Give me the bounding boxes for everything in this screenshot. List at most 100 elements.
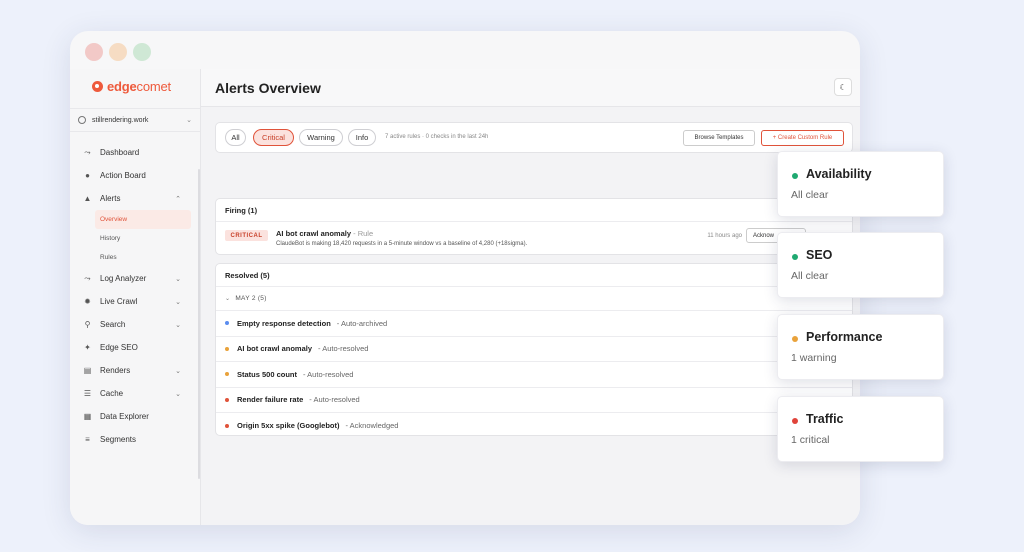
alert-status: - Auto-archived — [336, 318, 388, 328]
date-group-toggle[interactable]: ⌄ MAY 2 (5) — [216, 287, 852, 311]
app-window: edge comet stillrendering.work ⌄ ⤳ Dashboa… — [70, 31, 860, 525]
status-card-performance[interactable]: Performance 1 warning — [777, 314, 944, 380]
status-card-title: Traffic — [806, 412, 844, 426]
table-icon: ▦ — [83, 412, 92, 421]
status-dot — [792, 173, 798, 179]
alert-name: Empty response detection — [237, 318, 331, 328]
sidebar-item-cache[interactable]: ☰ Cache ⌄ — [70, 382, 195, 405]
maximize-window-button[interactable] — [133, 43, 151, 61]
sidebar-nav: ⤳ Dashboard ● Action Board ▲ Alerts ⌃ Overview H… — [70, 141, 195, 451]
resolved-heading: Resolved (5) — [216, 264, 852, 287]
status-card-summary: All clear — [791, 189, 829, 201]
status-card-traffic[interactable]: Traffic 1 critical — [777, 396, 944, 462]
title-bar — [70, 31, 860, 69]
alert-status: - Acknowledged — [345, 421, 399, 431]
alert-name: Status 500 count — [237, 369, 298, 379]
sidebar-item-label: Live Crawl — [100, 297, 138, 306]
chevron-down-icon: ⌄ — [175, 367, 181, 375]
bell-icon: ▲ — [83, 194, 92, 203]
resolved-card: Resolved (5) ⌄ MAY 2 (5) Empty response … — [215, 263, 853, 436]
workspace-selector[interactable]: stillrendering.work ⌄ — [70, 108, 200, 132]
status-card-summary: All clear — [791, 270, 829, 282]
wand-icon: ✦ — [84, 343, 91, 352]
bulb-icon: ● — [85, 171, 90, 180]
alert-description: ClaudeBot is making 18,420 requests in a… — [276, 241, 528, 247]
alert-time: 11 hours ago — [707, 233, 742, 239]
chevron-down-icon: ⌄ — [225, 296, 231, 302]
sidebar-item-log-analyzer[interactable]: ⤳ Log Analyzer ⌄ — [70, 267, 195, 290]
sidebar-item-dashboard[interactable]: ⤳ Dashboard — [70, 141, 195, 164]
sidebar-subitem-history[interactable]: History — [70, 229, 195, 248]
sidebar-item-live-crawl[interactable]: ✹ Live Crawl ⌄ — [70, 290, 195, 313]
sidebar-item-data-explorer[interactable]: ▦ Data Explorer — [70, 405, 195, 428]
sidebar-item-label: Alerts — [100, 194, 121, 203]
sidebar-item-label: Dashboard — [100, 148, 140, 157]
page-header: Alerts Overview ☾ — [201, 69, 860, 107]
severity-dot — [225, 321, 229, 326]
chart-icon: ⤳ — [84, 147, 91, 157]
alert-rule-label: - Rule — [351, 229, 374, 238]
sidebar-item-label: Action Board — [100, 171, 146, 180]
sidebar-item-label: Search — [100, 320, 126, 329]
edgecomet-logo[interactable]: edge comet — [92, 79, 171, 94]
close-window-button[interactable] — [85, 43, 103, 61]
bug-icon: ✹ — [84, 297, 91, 306]
sidebar-item-edge-seo[interactable]: ✦ Edge SEO — [70, 336, 195, 359]
firing-alert-row[interactable]: CRITICAL AI bot crawl anomaly - Rule Cla… — [216, 222, 852, 254]
sidebar-item-action-board[interactable]: ● Action Board — [70, 164, 195, 187]
status-card-title: Performance — [806, 330, 883, 344]
status-card-title: Availability — [806, 167, 872, 181]
resolved-alert-row[interactable]: Status 500 count - Auto-resolved — [216, 362, 852, 388]
resolved-alert-row[interactable]: Render failure rate - Auto-resolved — [216, 388, 852, 413]
status-card-summary: 1 warning — [791, 352, 837, 364]
sidebar-scrollbar[interactable] — [198, 169, 200, 479]
moon-icon: ☾ — [839, 82, 847, 92]
status-dot — [792, 336, 798, 342]
globe-icon — [78, 116, 86, 124]
chevron-down-icon: ⌄ — [175, 321, 181, 329]
severity-dot — [225, 372, 229, 377]
chevron-down-icon: ⌄ — [175, 298, 181, 306]
logo-mark-icon — [92, 81, 103, 92]
alert-title: AI bot crawl anomaly - Rule — [276, 229, 374, 238]
sidebar-item-label: Segments — [100, 435, 137, 444]
browse-templates-button[interactable]: Browse Templates — [683, 130, 755, 146]
sidebar-subitem-rules[interactable]: Rules — [70, 248, 195, 267]
theme-toggle-button[interactable]: ☾ — [834, 78, 852, 96]
filter-chip-warning[interactable]: Warning — [299, 129, 343, 146]
filter-chip-critical[interactable]: Critical — [253, 129, 294, 146]
date-group-label: MAY 2 (5) — [235, 295, 267, 302]
firing-card: Firing (1) CRITICAL AI bot crawl anomaly… — [215, 198, 853, 255]
status-card-seo[interactable]: SEO All clear — [777, 232, 944, 298]
search-icon: ⚲ — [84, 320, 91, 329]
resolved-alert-row[interactable]: Empty response detection - Auto-archived — [216, 311, 852, 337]
resolved-alert-row[interactable]: Origin 5xx spike (Googlebot) - Acknowledg… — [216, 413, 852, 435]
filter-chip-all[interactable]: All — [225, 129, 246, 146]
sidebar-item-segments[interactable]: ≡ Segments — [70, 428, 195, 451]
alert-status: - Auto-resolved — [303, 369, 354, 379]
severity-dot — [225, 346, 229, 351]
sidebar-item-label: Renders — [100, 366, 131, 375]
chevron-up-icon: ⌃ — [175, 195, 181, 203]
sidebar-subitem-overview[interactable]: Overview — [95, 210, 191, 229]
minimize-window-button[interactable] — [109, 43, 127, 61]
sidebar-item-alerts[interactable]: ▲ Alerts ⌃ — [70, 187, 195, 210]
sidebar: edge comet stillrendering.work ⌄ ⤳ Dashboa… — [70, 69, 201, 525]
database-icon: ☰ — [83, 389, 92, 398]
chevron-down-icon: ⌄ — [175, 390, 181, 398]
status-card-availability[interactable]: Availability All clear — [777, 151, 944, 217]
alert-name: Render failure rate — [237, 395, 304, 405]
severity-dot — [225, 397, 229, 402]
resolved-alert-row[interactable]: AI bot crawl anomaly - Auto-resolved — [216, 337, 852, 362]
filter-chip-info[interactable]: Info — [348, 129, 376, 146]
sidebar-item-search[interactable]: ⚲ Search ⌄ — [70, 313, 195, 336]
create-custom-rule-button[interactable]: + Create Custom Rule — [761, 130, 844, 146]
chart-icon: ⤳ — [84, 273, 91, 283]
page-title: Alerts Overview — [215, 80, 321, 96]
status-card-summary: 1 critical — [791, 434, 830, 446]
sliders-icon: ≡ — [85, 435, 90, 444]
alert-name: AI bot crawl anomaly — [237, 344, 313, 354]
resolved-list: Empty response detection - Auto-archived A… — [216, 311, 852, 435]
sidebar-item-renders[interactable]: ▤ Renders ⌄ — [70, 359, 195, 382]
alert-name: Origin 5xx spike (Googlebot) — [237, 421, 340, 431]
